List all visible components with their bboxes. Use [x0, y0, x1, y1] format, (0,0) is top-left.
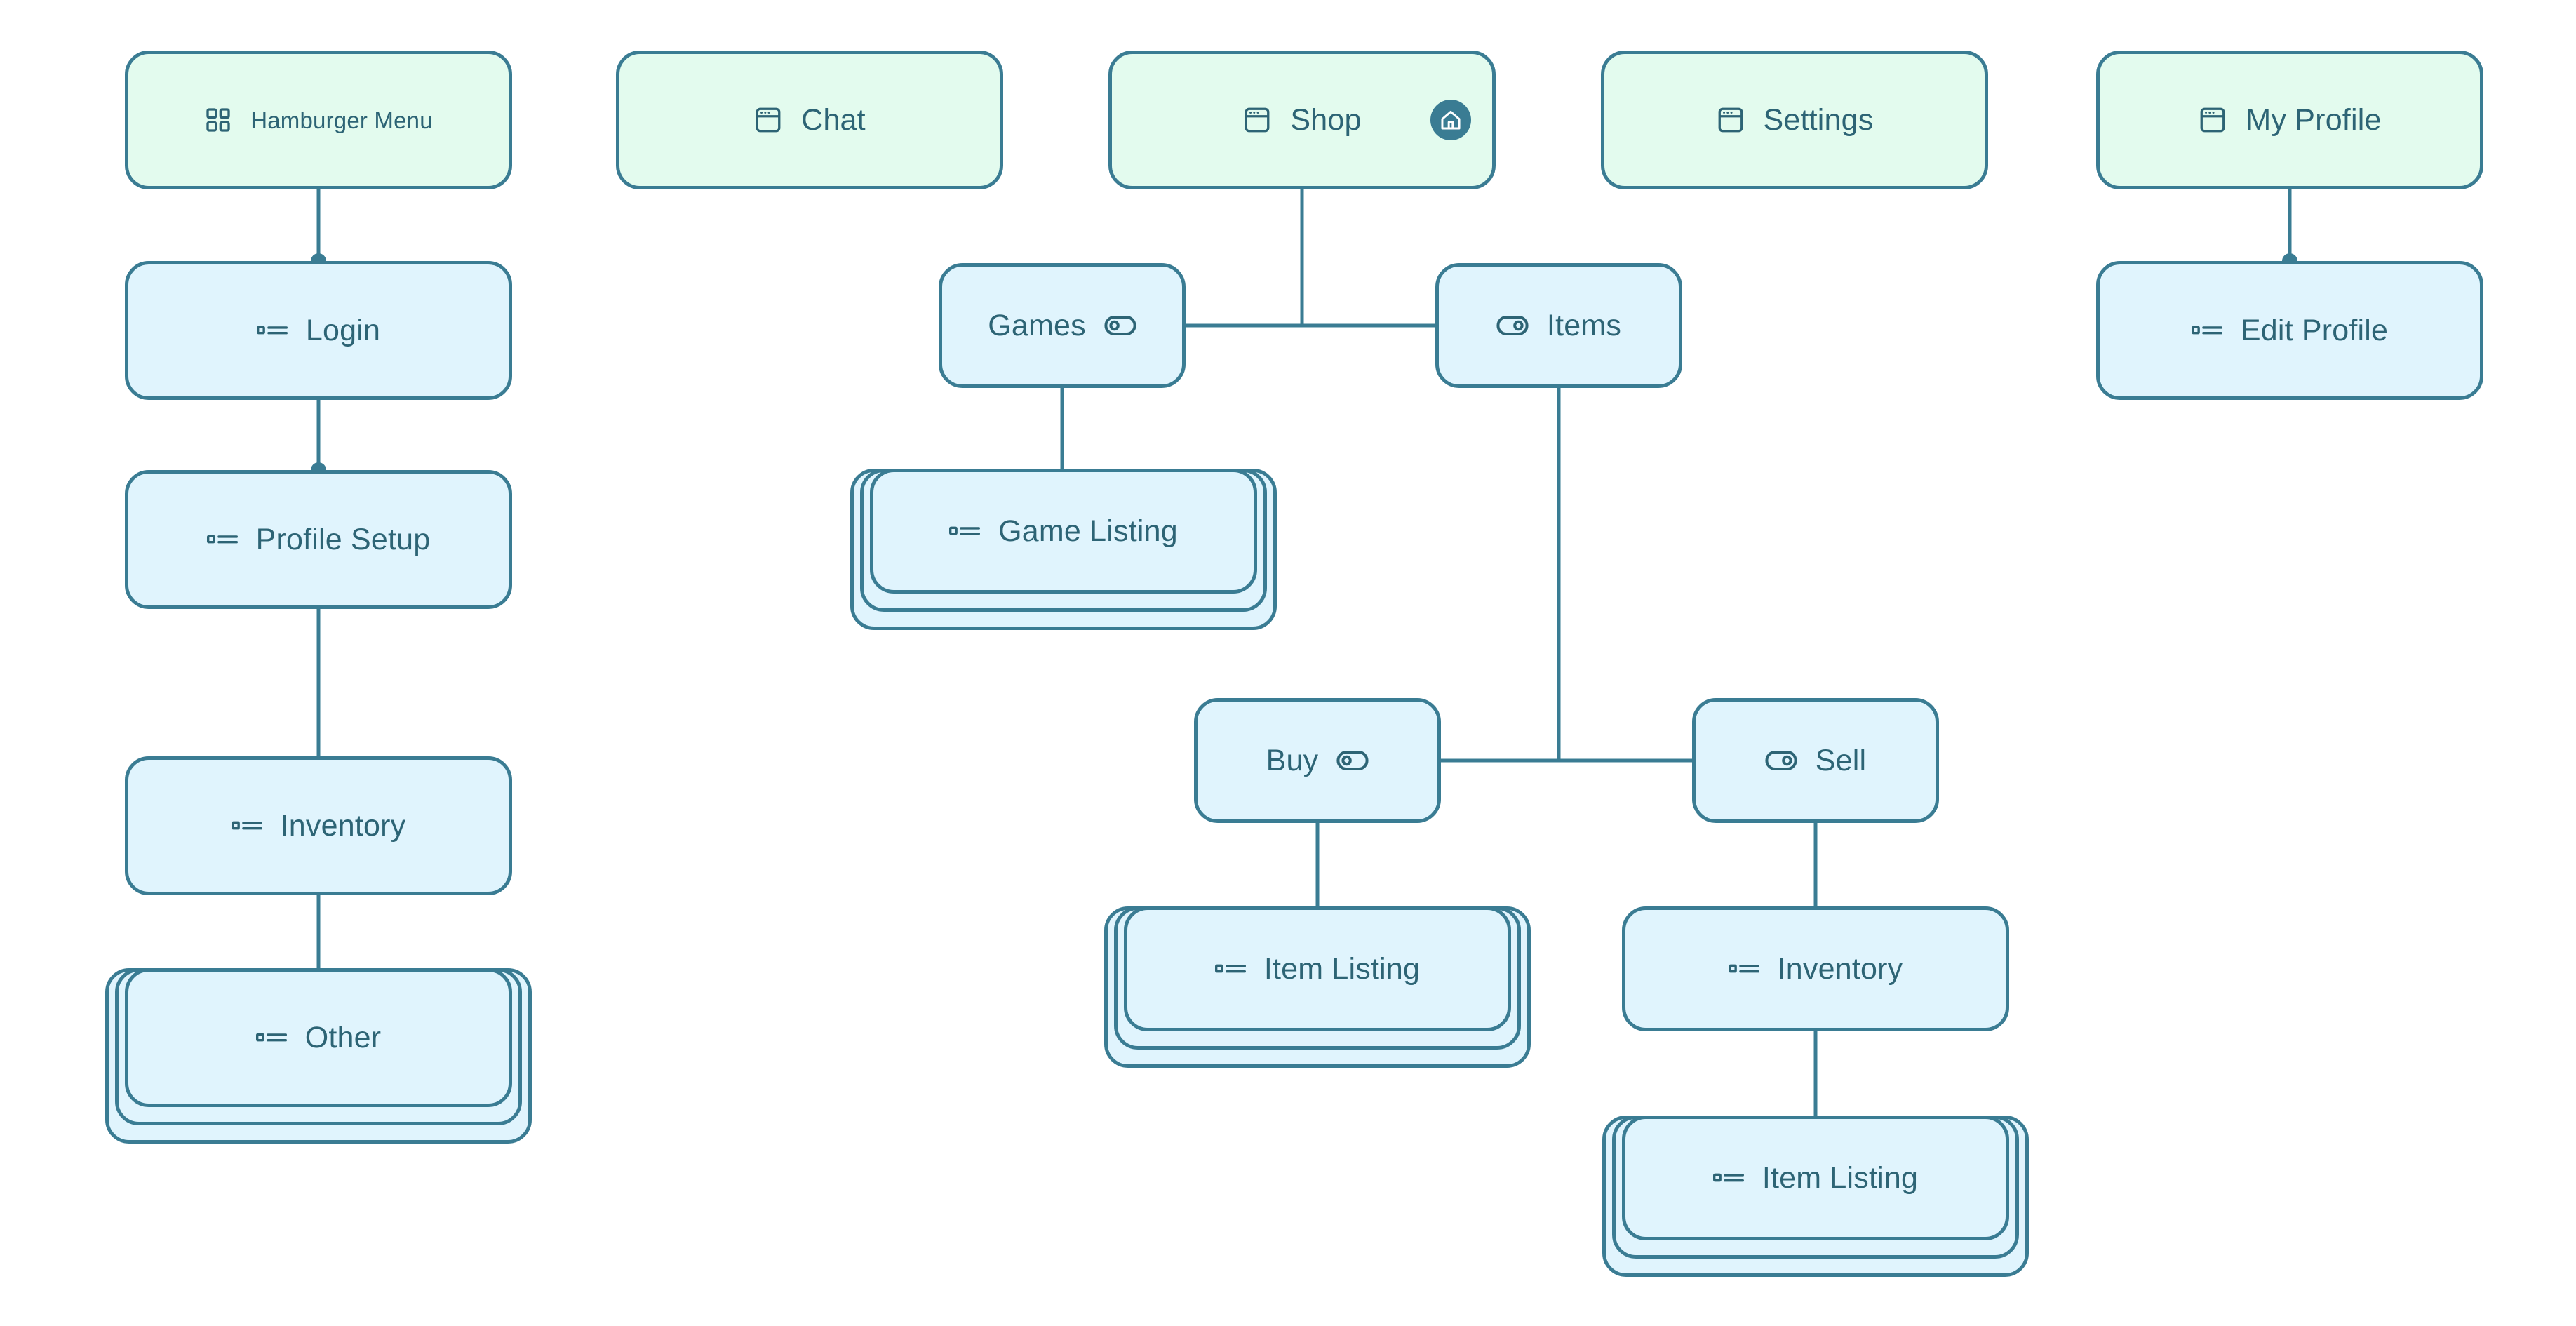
- node-label: Shop: [1290, 102, 1362, 137]
- diagram-canvas: Hamburger Menu Login Profile Setup Inventor…: [0, 0, 2576, 1326]
- node-label: Profile Setup: [255, 522, 431, 556]
- browser-window-icon: [2198, 105, 2227, 135]
- node-label: Inventory: [280, 808, 406, 843]
- node-label: Games: [988, 308, 1086, 342]
- node-label: Sell: [1815, 743, 1867, 777]
- form-list-icon: [255, 1029, 287, 1047]
- form-list-icon: [206, 530, 238, 549]
- node-my-profile[interactable]: My Profile: [2096, 51, 2483, 189]
- node-settings[interactable]: Settings: [1601, 51, 1988, 189]
- node-label: Item Listing: [1762, 1160, 1919, 1195]
- node-item-listing-buy[interactable]: Item Listing: [1124, 906, 1511, 1031]
- node-inventory-left[interactable]: Inventory: [125, 756, 512, 895]
- node-shop[interactable]: Shop: [1108, 51, 1496, 189]
- node-login[interactable]: Login: [125, 261, 512, 400]
- node-label: Hamburger Menu: [250, 107, 433, 133]
- node-profile-setup[interactable]: Profile Setup: [125, 470, 512, 609]
- home-page-badge[interactable]: [1430, 100, 1471, 140]
- form-list-icon: [1214, 960, 1246, 978]
- node-label: Chat: [801, 102, 866, 137]
- browser-window-icon: [1242, 105, 1272, 135]
- node-label: Item Listing: [1263, 951, 1421, 986]
- form-list-icon: [949, 522, 981, 540]
- toggle-on-icon: [1765, 750, 1797, 771]
- edge-shop-to-items: [1300, 189, 1435, 328]
- form-list-icon: [231, 817, 262, 835]
- node-item-listing-sell[interactable]: Item Listing: [1622, 1116, 2009, 1240]
- node-label: My Profile: [2246, 102, 2382, 137]
- form-list-icon: [1712, 1169, 1744, 1187]
- form-list-icon: [2191, 321, 2222, 340]
- home-icon: [1439, 108, 1463, 132]
- form-list-icon: [256, 321, 288, 340]
- node-other[interactable]: Other: [125, 968, 512, 1107]
- edge-items-to-buy-sell: [1557, 388, 1692, 763]
- browser-window-icon: [753, 105, 783, 135]
- node-hamburger-menu[interactable]: Hamburger Menu: [125, 51, 512, 189]
- node-label: Edit Profile: [2240, 313, 2389, 347]
- toggle-off-icon: [1336, 750, 1369, 771]
- node-label: Inventory: [1777, 951, 1903, 986]
- node-label: Settings: [1763, 102, 1874, 137]
- node-chat[interactable]: Chat: [616, 51, 1003, 189]
- toggle-on-icon: [1496, 315, 1529, 336]
- node-label: Other: [304, 1020, 382, 1054]
- node-inventory-sell[interactable]: Inventory: [1622, 906, 2009, 1031]
- node-label: Login: [305, 313, 381, 347]
- form-list-icon: [1728, 960, 1759, 978]
- grid-icon: [204, 106, 232, 134]
- toggle-off-icon: [1104, 315, 1136, 336]
- browser-window-icon: [1716, 105, 1745, 135]
- node-sell[interactable]: Sell: [1692, 698, 1939, 823]
- node-label: Game Listing: [998, 514, 1178, 548]
- node-buy[interactable]: Buy: [1194, 698, 1441, 823]
- node-games[interactable]: Games: [939, 263, 1186, 388]
- node-edit-profile[interactable]: Edit Profile: [2096, 261, 2483, 400]
- node-items[interactable]: Items: [1435, 263, 1682, 388]
- node-label: Buy: [1266, 743, 1319, 777]
- node-label: Items: [1546, 308, 1622, 342]
- node-game-listing[interactable]: Game Listing: [870, 469, 1257, 594]
